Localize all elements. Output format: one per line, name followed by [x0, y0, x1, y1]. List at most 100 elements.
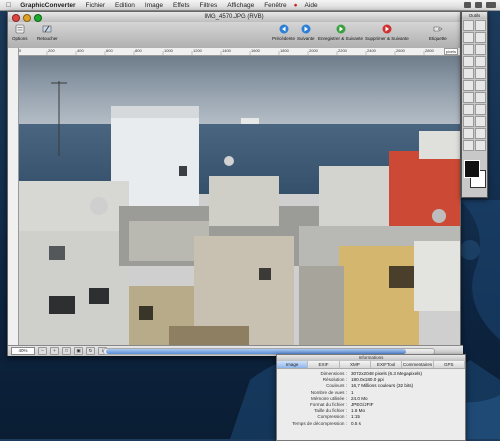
dropper-icon[interactable]: [475, 92, 486, 103]
oval-icon[interactable]: [475, 80, 486, 91]
burn-icon[interactable]: [475, 128, 486, 139]
tools-grid: [462, 19, 487, 152]
ruler-label: 2000: [309, 48, 318, 53]
menu-filters[interactable]: Filtres: [195, 2, 223, 9]
previous-label: Précédente: [272, 36, 296, 41]
hand-icon[interactable]: [475, 104, 486, 115]
sharpen-icon[interactable]: [475, 116, 486, 127]
delete-next-button[interactable]: Supprimer & Suivante: [365, 24, 409, 41]
tools-palette-title[interactable]: Outils: [462, 12, 487, 19]
menu-edit[interactable]: Edition: [110, 2, 140, 9]
menu-file[interactable]: Fichier: [81, 2, 111, 9]
ruler-label: 600: [106, 48, 113, 53]
menu-status-area: [464, 0, 496, 10]
ruler-horizontal: 0 200 400 600 800 1000 1200 1400 1600 18…: [18, 48, 460, 56]
actual-size-icon[interactable]: ▣: [74, 347, 83, 355]
save-next-icon: [336, 24, 346, 34]
close-button[interactable]: [12, 14, 20, 22]
info-value: 0.5 s: [351, 420, 361, 426]
ruler-units-popup[interactable]: pixels: [443, 48, 458, 55]
label-label: Etiquette: [429, 36, 447, 41]
wifi-icon[interactable]: [464, 2, 471, 8]
wand-icon[interactable]: [463, 32, 474, 43]
minimize-button[interactable]: [23, 14, 31, 22]
options-label: Options: [12, 36, 28, 41]
zoom-button[interactable]: [34, 14, 42, 22]
save-next-button[interactable]: Enregistrer & Suivante: [318, 24, 363, 41]
text-icon[interactable]: [463, 68, 474, 79]
info-label: Temps de décompression :: [292, 420, 347, 426]
info-tabs: Image EXIF XMP EXIFTool Commentaires GPS: [277, 361, 465, 369]
tab-exif[interactable]: EXIF: [308, 361, 340, 368]
brush-icon[interactable]: [475, 44, 486, 55]
zoom-icon[interactable]: [463, 104, 474, 115]
dodge-icon[interactable]: [463, 128, 474, 139]
ruler-label: 1200: [193, 48, 202, 53]
tab-xmp[interactable]: XMP: [339, 361, 371, 368]
retouch-label: Retoucher: [37, 36, 58, 41]
bucket-icon[interactable]: [475, 56, 486, 67]
battery-icon[interactable]: [486, 2, 496, 8]
script-menu-icon[interactable]: ●: [292, 2, 300, 9]
save-next-label: Enregistrer & Suivante: [318, 36, 364, 41]
next-label: Suivante: [297, 36, 315, 41]
options-button[interactable]: Options: [12, 24, 28, 41]
menu-bar:  GraphicConverter Fichier Edition Image…: [0, 0, 500, 11]
apple-menu-icon[interactable]: : [0, 2, 15, 9]
tab-comments[interactable]: Commentaires: [402, 361, 434, 368]
label-button[interactable]: Etiquette: [429, 24, 447, 41]
fit-window-icon[interactable]: □: [62, 347, 71, 355]
tab-gps[interactable]: GPS: [433, 361, 465, 368]
retouch-button[interactable]: Retoucher: [37, 24, 58, 41]
info-rows: Dimensions :3072x2048 pixels (6.3 Megapi…: [277, 369, 465, 427]
rotate-icon[interactable]: ↻: [86, 347, 95, 355]
zoom-in-icon[interactable]: +: [50, 347, 59, 355]
retouch-icon: [43, 25, 52, 33]
menu-image[interactable]: Image: [140, 2, 168, 9]
label-icon: [433, 26, 443, 32]
ruler-label: 1600: [251, 48, 260, 53]
arrow-right-icon: [301, 24, 311, 34]
delete-next-icon: [382, 24, 392, 34]
next-button[interactable]: Suivante: [297, 24, 315, 41]
ruler-label: 1800: [280, 48, 289, 53]
spray-icon[interactable]: [475, 140, 486, 151]
image-window: IMG_4570.JPG (RVB) Options Retoucher Pré…: [7, 11, 463, 356]
ruler-label: 2400: [367, 48, 376, 53]
menu-view[interactable]: Affichage: [222, 2, 259, 9]
eraser-icon[interactable]: [463, 56, 474, 67]
menu-effects[interactable]: Effets: [168, 2, 195, 9]
rect-icon[interactable]: [463, 80, 474, 91]
window-titlebar[interactable]: IMG_4570.JPG (RVB): [8, 12, 460, 22]
ruler-label: 200: [48, 48, 55, 53]
options-icon: [15, 24, 25, 34]
photo-canvas[interactable]: [19, 56, 460, 346]
selection-icon[interactable]: [463, 20, 474, 31]
info-value: 16,7 Millions couleurs (32 bits): [351, 383, 414, 389]
ruler-label: 2800: [425, 48, 434, 53]
menu-window[interactable]: Fenêtre: [259, 2, 291, 9]
menu-help[interactable]: Aide: [300, 2, 323, 9]
previous-button[interactable]: Précédente: [272, 24, 295, 41]
ruler-label: 400: [77, 48, 84, 53]
ruler-vertical: [8, 48, 19, 355]
gradient-icon[interactable]: [463, 140, 474, 151]
stamp-icon[interactable]: [463, 92, 474, 103]
lasso-icon[interactable]: [475, 20, 486, 31]
move-icon[interactable]: [475, 32, 486, 43]
volume-icon[interactable]: [475, 2, 482, 8]
tab-image[interactable]: Image: [277, 361, 309, 368]
blur-icon[interactable]: [463, 116, 474, 127]
foreground-color-swatch[interactable]: [464, 160, 480, 178]
pencil-icon[interactable]: [463, 44, 474, 55]
zoom-out-icon[interactable]: −: [38, 347, 47, 355]
color-swatches: [464, 160, 486, 194]
zoom-field[interactable]: 40%: [11, 347, 35, 355]
tab-exiftool[interactable]: EXIFTool: [370, 361, 403, 368]
line-icon[interactable]: [475, 68, 486, 79]
ruler-label: 800: [135, 48, 142, 53]
info-row: Temps de décompression : 0.5 s: [277, 421, 465, 427]
menu-app-name[interactable]: GraphicConverter: [15, 2, 80, 9]
photo-image: [19, 56, 460, 346]
ruler-label: 0: [19, 48, 22, 53]
